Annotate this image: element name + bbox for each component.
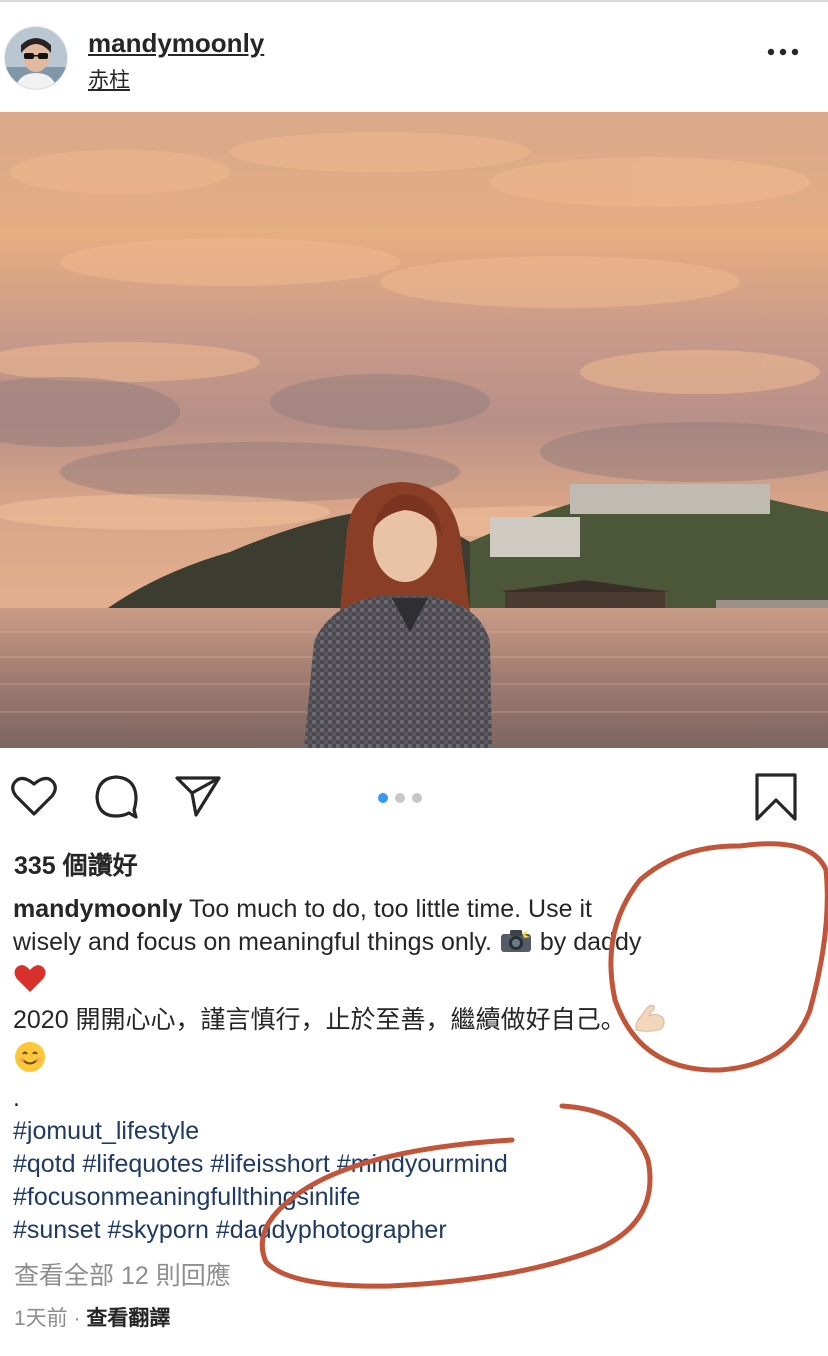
heart-outline-icon[interactable] [10,774,58,823]
caption-text: 2020 開開心心，謹言慎行，止於至善，繼續做好自己。 [13,1006,626,1034]
caption-line: wisely and focus on meaningful things on… [13,926,813,963]
view-all-comments-link[interactable]: 查看全部 12 則回應 [14,1256,231,1292]
red-heart-emoji [13,963,47,1002]
hashtag-line[interactable]: #sunset #skyporn #daddyphotographer [13,1214,813,1247]
carousel-dot [395,793,405,803]
likes-count[interactable]: 335 個讚好 [14,846,138,882]
caption-dot: . [13,1084,20,1112]
post-header: mandymoonly 赤柱 [0,2,828,110]
caption-line [13,963,813,1002]
carousel-dot [412,793,422,803]
caption-line [13,1041,813,1082]
post-photo[interactable] [0,112,828,748]
caption-text: wisely and focus on meaningful things on… [13,928,499,956]
caption-text: Too much to do, too little time. Use it [188,895,592,923]
post-caption: mandymoonly Too much to do, too little t… [13,893,813,1247]
post-meta: 1天前 · 查看翻譯 [14,1302,170,1332]
caption-username[interactable]: mandymoonly [13,895,182,923]
comment-bubble-icon[interactable] [94,774,140,825]
post-actions [0,748,828,844]
post-username[interactable]: mandymoonly [88,28,264,59]
caption-line: 2020 開開心心，謹言慎行，止於至善，繼續做好自己。 [13,1002,813,1041]
smiling-face-emoji [13,1041,47,1082]
flexed-biceps-emoji [633,1002,667,1041]
hashtag-line[interactable]: #focusonmeaningfullthingsinlife [13,1181,813,1214]
paper-plane-icon[interactable] [174,774,222,823]
avatar[interactable] [4,26,68,90]
carousel-dot-active [378,793,388,803]
hashtag-line[interactable]: #jomuut_lifestyle [13,1115,813,1148]
meta-separator: · [67,1307,87,1330]
see-translation-link[interactable]: 查看翻譯 [86,1307,170,1330]
caption-text: by daddy [532,928,642,956]
post-location[interactable]: 赤柱 [88,64,130,94]
more-horizontal-icon[interactable] [766,42,800,62]
bookmark-outline-icon[interactable] [754,772,798,827]
post-time: 1天前 [14,1307,68,1330]
camera-flash-emoji [499,926,533,963]
caption-line: mandymoonly Too much to do, too little t… [13,893,813,926]
hashtag-line[interactable]: #qotd #lifequotes #lifeisshort #mindyour… [13,1148,813,1181]
carousel-indicator [378,790,429,808]
